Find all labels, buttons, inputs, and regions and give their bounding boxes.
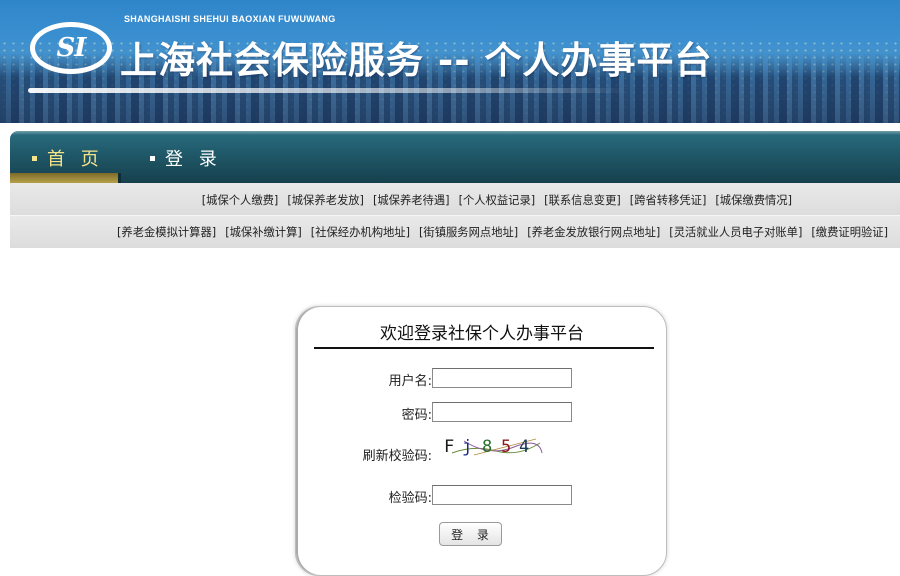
site-title: 上海社会保险服务 -- 个人办事平台 (120, 39, 713, 82)
link-payment-certificate-verify[interactable]: [缴费证明验证] (811, 224, 888, 240)
verify-code-input[interactable] (432, 485, 572, 505)
login-panel: 欢迎登录社保个人办事平台 用户名: 密码: 刷新校验码: F j 8 5 4 检… (295, 306, 667, 576)
nav-item-label: 登 录 (165, 149, 222, 170)
verify-code-label: 检验码: (388, 491, 432, 506)
password-label: 密码: (401, 408, 432, 423)
link-payment-status[interactable]: [城保缴费情况] (715, 192, 792, 208)
nav-item-label: 首 页 (47, 149, 104, 170)
link-office-addresses[interactable]: [社保经办机构地址] (311, 224, 410, 240)
main-nav: 首 页 登 录 (0, 123, 900, 183)
link-flexible-employment-statement[interactable]: [灵活就业人员电子对账单] (669, 224, 802, 240)
nav-item-home[interactable]: 首 页 (32, 145, 104, 171)
refresh-captcha-label: 刷新校验码: (362, 449, 432, 464)
link-cross-province-transfer[interactable]: [跨省转移凭证] (630, 192, 707, 208)
link-pension-distribution[interactable]: [城保养老发放] (287, 192, 364, 208)
captcha-char: j (462, 437, 473, 457)
link-contact-info-change[interactable]: [联系信息变更] (544, 192, 621, 208)
login-button[interactable]: 登 录 (439, 522, 502, 546)
username-input[interactable] (432, 368, 572, 388)
password-input[interactable] (432, 402, 572, 422)
link-supplementary-payment-calc[interactable]: [城保补缴计算] (225, 224, 302, 240)
link-pension-benefits[interactable]: [城保养老待遇] (373, 192, 450, 208)
captcha-char: 4 (519, 437, 530, 457)
title-divider (314, 347, 654, 349)
quick-links-row-1: [城保个人缴费] [城保养老发放] [城保养老待遇] [个人权益记录] [联系信… (10, 183, 900, 216)
captcha-char: 8 (482, 437, 493, 457)
captcha-image[interactable]: F j 8 5 4 (444, 435, 544, 461)
nav-bar: 首 页 登 录 (10, 131, 900, 183)
nav-item-login[interactable]: 登 录 (150, 145, 222, 171)
banner-underline (28, 88, 628, 93)
link-city-insurance-payment[interactable]: [城保个人缴费] (202, 192, 279, 208)
nav-bullet-icon (32, 155, 37, 161)
site-pinyin: SHANGHAISHI SHEHUI BAOXIAN FUWUWANG (124, 14, 336, 24)
link-pension-calculator[interactable]: [养老金模拟计算器] (117, 224, 216, 240)
captcha-char: 5 (501, 437, 512, 457)
nav-active-indicator (10, 173, 118, 183)
nav-bullet-icon (150, 155, 155, 161)
site-banner: SI SHANGHAISHI SHEHUI BAOXIAN FUWUWANG 上… (0, 0, 900, 123)
link-service-point-addresses[interactable]: [街镇服务网点地址] (419, 224, 518, 240)
captcha-char: F (444, 437, 455, 457)
nav-divider (118, 173, 121, 183)
link-personal-rights-record[interactable]: [个人权益记录] (459, 192, 536, 208)
login-title: 欢迎登录社保个人办事平台 (380, 324, 584, 344)
link-bank-branch-addresses[interactable]: [养老金发放银行网点地址] (527, 224, 660, 240)
username-label: 用户名: (388, 374, 432, 389)
quick-links-row-2: [养老金模拟计算器] [城保补缴计算] [社保经办机构地址] [街镇服务网点地址… (10, 215, 900, 248)
si-logo: SI (30, 22, 112, 74)
